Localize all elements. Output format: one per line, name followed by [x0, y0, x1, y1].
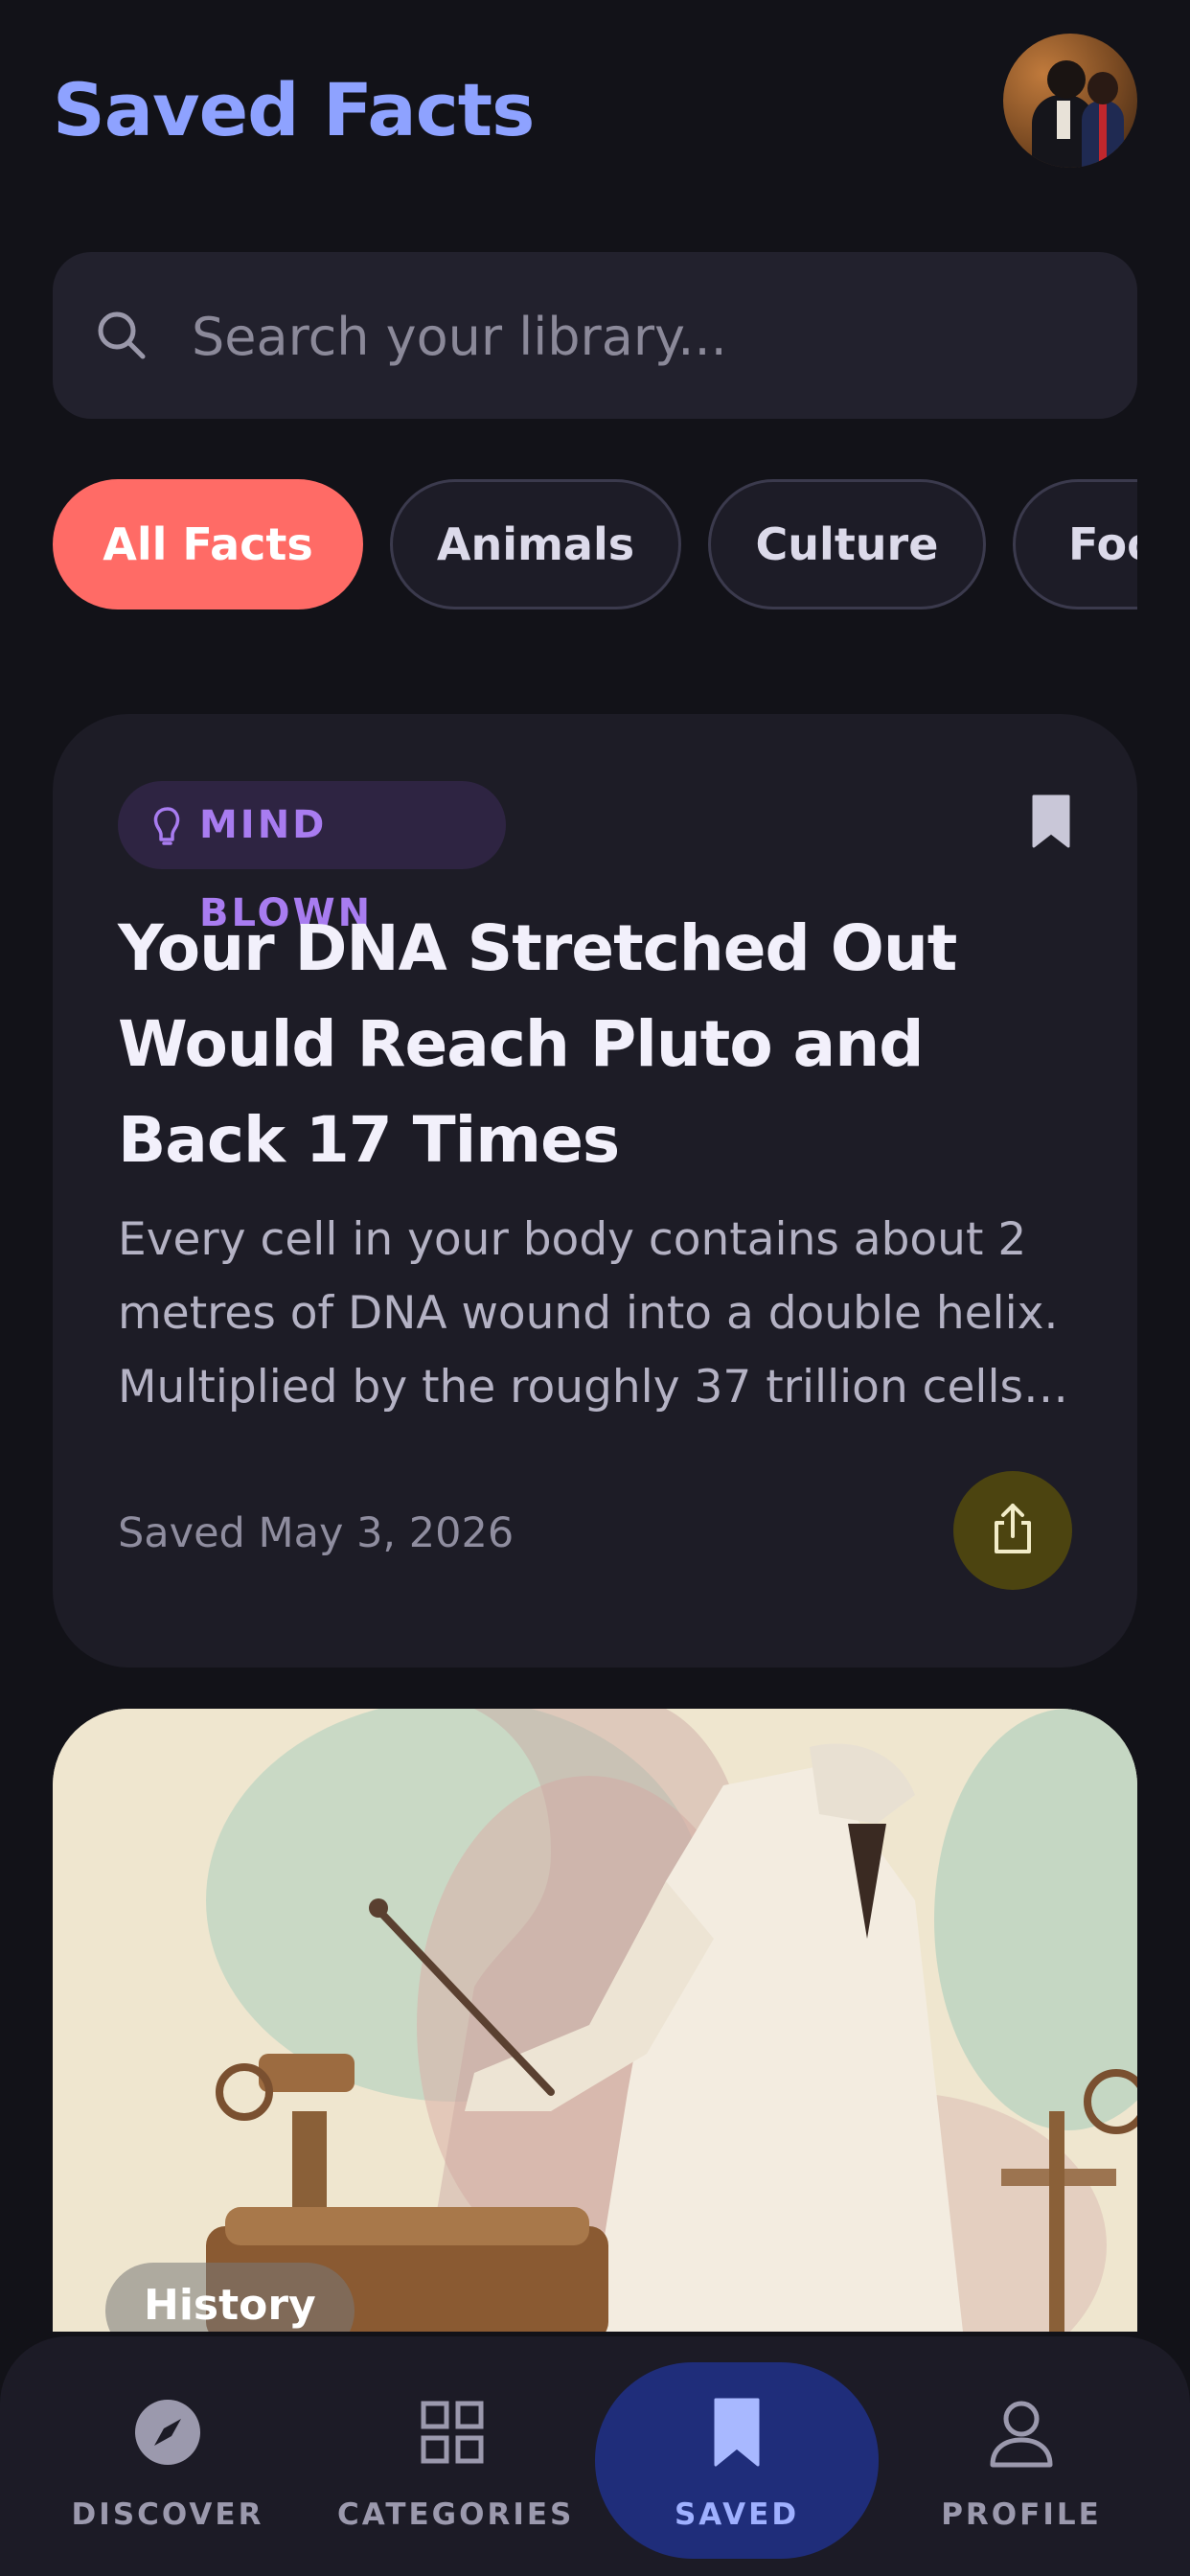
- header: Saved Facts: [53, 34, 1137, 172]
- bookmark-icon[interactable]: [1030, 793, 1072, 850]
- avatar[interactable]: [1003, 34, 1137, 168]
- fact-title: Your DNA Stretched Out Would Reach Pluto…: [118, 911, 957, 1177]
- fact-card[interactable]: MIND BLOWN Your DNA Stretched Out Would …: [53, 714, 1137, 1668]
- nav-saved[interactable]: SAVED: [622, 2336, 852, 2576]
- nav-label: CATEGORIES: [337, 2497, 575, 2532]
- compass-icon: [129, 2394, 206, 2471]
- chip-animals[interactable]: Animals: [390, 479, 681, 610]
- grid-icon: [414, 2394, 491, 2471]
- lightbulb-icon: [147, 804, 189, 846]
- image-fact-card[interactable]: History: [53, 1709, 1137, 2332]
- chip-all-facts[interactable]: All Facts: [53, 479, 363, 610]
- card-illustration: [53, 1709, 1137, 2332]
- search-input[interactable]: [190, 252, 1094, 421]
- nav-categories[interactable]: CATEGORIES: [337, 2336, 575, 2576]
- nav-label: SAVED: [674, 2497, 800, 2532]
- bottom-nav: DISCOVER CATEGORIES SAVED PROFILE: [0, 2336, 1190, 2576]
- nav-discover[interactable]: DISCOVER: [53, 2336, 283, 2576]
- share-icon: [989, 1502, 1037, 1559]
- chip-food[interactable]: Food: [1013, 479, 1137, 610]
- chip-culture[interactable]: Culture: [708, 479, 986, 610]
- search-icon: [93, 307, 150, 364]
- nav-profile[interactable]: PROFILE: [906, 2336, 1136, 2576]
- saved-date: Saved May 3, 2026: [118, 1509, 515, 1557]
- category-tag: History: [105, 2263, 355, 2332]
- user-icon: [983, 2394, 1060, 2471]
- nav-label: PROFILE: [941, 2497, 1102, 2532]
- search-bar[interactable]: [53, 252, 1137, 421]
- share-button[interactable]: [953, 1471, 1072, 1590]
- bookmark-icon: [698, 2394, 775, 2471]
- filter-chips: All Facts Animals Culture Food: [53, 479, 1137, 613]
- category-badge: MIND BLOWN: [118, 781, 506, 935]
- nav-label: DISCOVER: [71, 2497, 264, 2532]
- fact-body: Every cell in your body contains about 2…: [118, 1213, 1059, 1414]
- page-title: Saved Facts: [53, 67, 535, 152]
